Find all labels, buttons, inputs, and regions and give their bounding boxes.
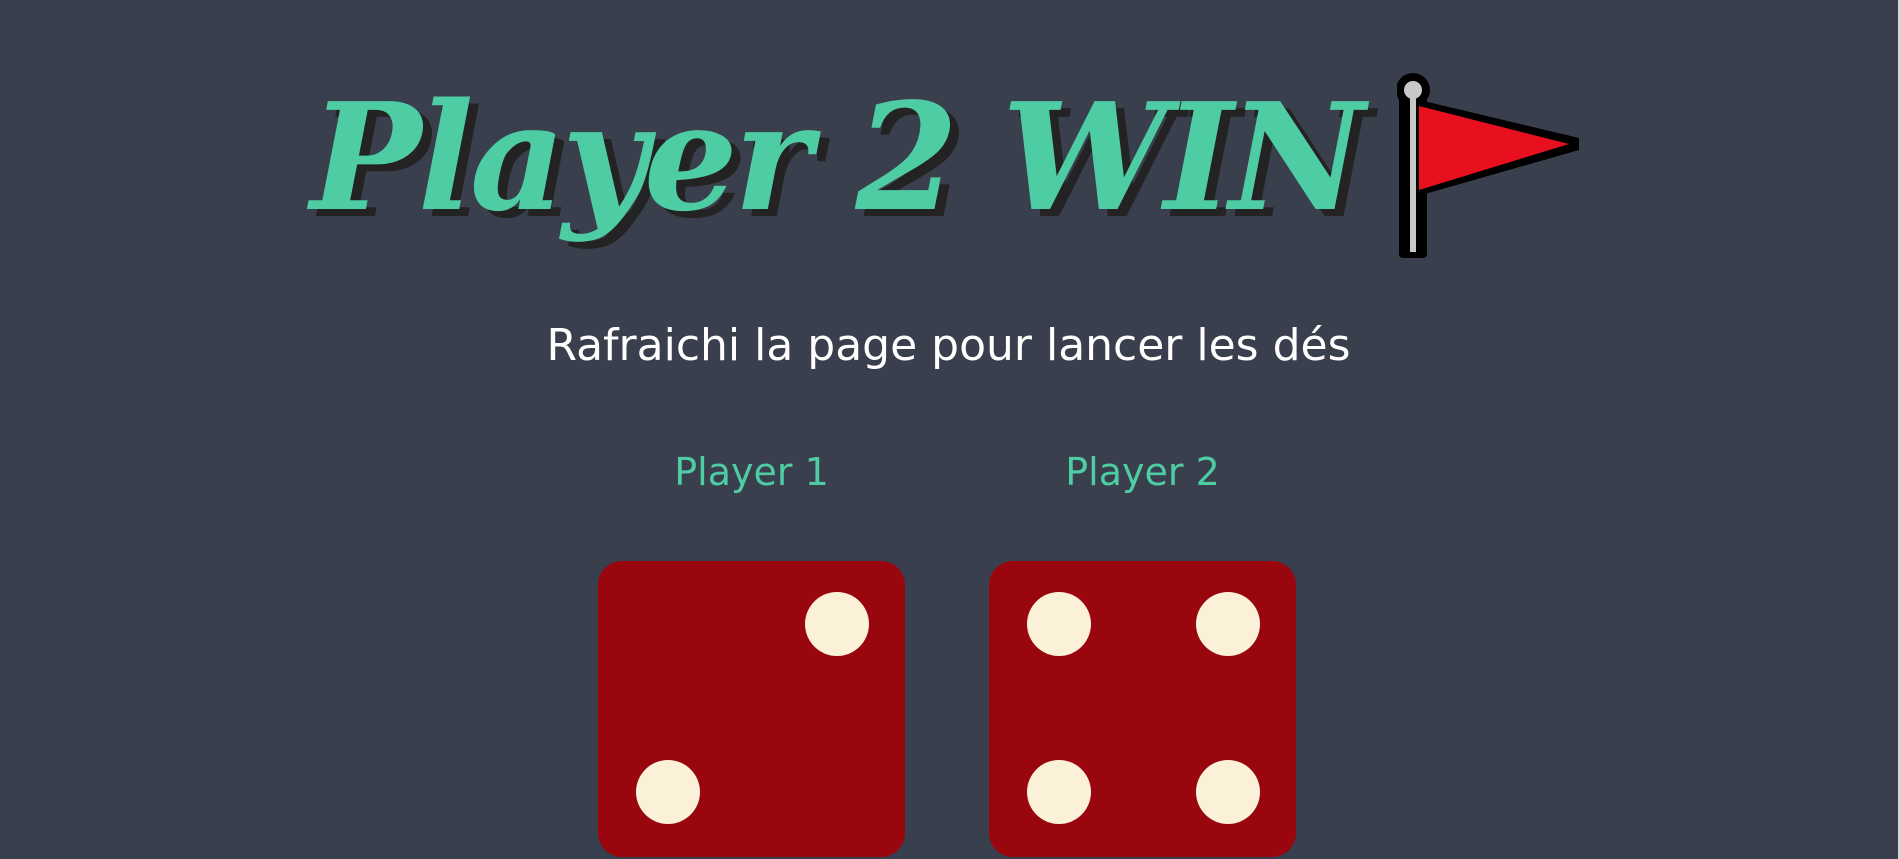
player-2-die bbox=[989, 561, 1296, 857]
player-2-panel: Player 2 bbox=[989, 440, 1296, 857]
player-1-die bbox=[598, 561, 905, 857]
die-pip bbox=[1196, 592, 1260, 656]
die-pip bbox=[1027, 592, 1091, 656]
instructions-text: Rafraichi la page pour lancer les dés bbox=[546, 320, 1351, 371]
player-1-label: Player 1 bbox=[674, 450, 829, 494]
die-pip bbox=[1196, 760, 1260, 824]
player-1-panel: Player 1 bbox=[598, 440, 905, 857]
red-flag-icon bbox=[1396, 73, 1579, 258]
die-pip bbox=[636, 760, 700, 824]
title-row: Player 2 WIN bbox=[0, 62, 1897, 282]
player-2-label: Player 2 bbox=[1065, 450, 1220, 494]
winner-title: Player 2 WIN bbox=[310, 70, 1364, 244]
die-pip bbox=[1027, 760, 1091, 824]
die-pip bbox=[805, 592, 869, 656]
